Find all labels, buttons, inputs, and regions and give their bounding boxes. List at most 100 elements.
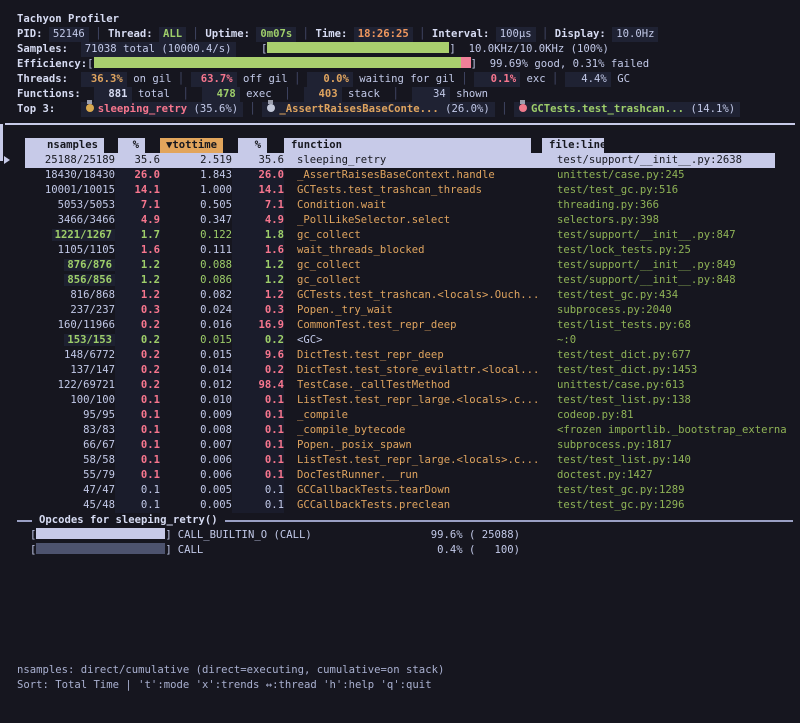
table-row[interactable]: 237/2370.30.0240.3Popen._try_waitsubproc… — [17, 303, 795, 318]
cell-pct-cumulative: 0.1 — [232, 423, 284, 438]
time-value: 18:26:25 — [354, 27, 413, 42]
functions-total-label: total — [138, 88, 170, 100]
cell-pct-cumulative: 0.1 — [232, 438, 284, 453]
functions-stack: 403 — [304, 87, 342, 102]
cell-pct-cumulative: 98.4 — [232, 378, 284, 393]
cell-file-line: doctest.py:1427 — [557, 468, 795, 483]
column-header-pct-cumulative[interactable]: % — [238, 138, 267, 153]
cell-tottime: 0.010 — [160, 393, 232, 408]
table-row[interactable]: 55/790.10.0060.1DocTestRunner.__rundocte… — [17, 468, 795, 483]
table-row[interactable]: 1105/11051.60.1111.6wait_threads_blocked… — [17, 243, 795, 258]
table-row[interactable]: 876/8761.20.0881.2gc_collecttest/support… — [17, 258, 795, 273]
top3-second-name: _AssertRaisesBaseConte... — [279, 103, 438, 115]
table-row[interactable]: 3466/34664.90.3474.9_PollLikeSelector.se… — [17, 213, 795, 228]
top3-line: Top 3: sleeping_retry (35.6%) │ _AssertR… — [17, 102, 795, 117]
cell-nsamples: 18430/18430 — [17, 168, 115, 183]
cell-file-line: test/test_dict.py:677 — [557, 348, 795, 363]
cell-pct-direct: 4.9 — [115, 213, 160, 228]
cell-tottime: 1.000 — [160, 183, 232, 198]
interval-value: 100µs — [496, 27, 536, 42]
table-row[interactable]: 1221/12671.70.1221.8gc_collecttest/suppo… — [17, 228, 795, 243]
table-row[interactable]: 83/830.10.0080.1_compile_bytecode<frozen… — [17, 423, 795, 438]
interval-label: Interval: — [432, 28, 489, 40]
column-header-function[interactable]: function — [284, 138, 531, 153]
cell-file-line: test/test_gc.py:1289 — [557, 483, 795, 498]
table-row[interactable]: 148/67720.20.0159.6DictTest.test_repr_de… — [17, 348, 795, 363]
cell-tottime: 0.008 — [160, 423, 232, 438]
cell-function: DictTest.test_store_evilattr.<local... — [297, 363, 544, 378]
cell-pct-cumulative: 1.2 — [232, 258, 284, 273]
silver-medal-icon — [267, 104, 275, 112]
top3-first[interactable]: sleeping_retry (35.6%) — [81, 102, 243, 117]
top3-first-name: sleeping_retry — [98, 103, 187, 115]
cell-file-line: test/test_gc.py:434 — [557, 288, 795, 303]
cell-nsamples: 45/48 — [17, 498, 115, 513]
cell-pct-cumulative: 0.1 — [232, 408, 284, 423]
scroll-position-indicator[interactable] — [0, 124, 3, 161]
table-row[interactable]: 100/1000.10.0100.1ListTest.test_repr_lar… — [17, 393, 795, 408]
samples-label: Samples: — [17, 43, 68, 55]
table-row[interactable]: 47/470.10.0050.1GCCallbackTests.tearDown… — [17, 483, 795, 498]
cell-pct-cumulative: 0.1 — [232, 453, 284, 468]
display-label: Display: — [555, 28, 606, 40]
table-row[interactable]: 58/580.10.0060.1ListTest.test_repr_large… — [17, 453, 795, 468]
samples-bar-fill — [267, 42, 449, 53]
cell-pct-cumulative: 1.2 — [232, 273, 284, 288]
table-top-border — [17, 123, 795, 138]
table-row[interactable]: 25188/2518935.62.51935.6sleeping_retryte… — [17, 153, 795, 168]
spacer — [17, 558, 795, 663]
table-row[interactable]: 5053/50537.10.5057.1Condition.waitthread… — [17, 198, 795, 213]
top3-second[interactable]: _AssertRaisesBaseConte... (26.0%) — [262, 102, 495, 117]
cell-nsamples: 5053/5053 — [17, 198, 115, 213]
table-row[interactable]: 137/1470.20.0140.2DictTest.test_store_ev… — [17, 363, 795, 378]
column-header-tottime-sorted[interactable]: ▼tottime — [160, 138, 223, 153]
cell-nsamples: 876/876 — [17, 258, 115, 273]
table-row[interactable]: 160/119660.20.01616.9CommonTest.test_rep… — [17, 318, 795, 333]
cell-pct-direct: 0.1 — [115, 423, 160, 438]
table-row[interactable]: 153/1530.20.0150.2<GC>~:0 — [17, 333, 795, 348]
gold-medal-icon — [86, 104, 94, 112]
top3-third[interactable]: GCTests.test_trashcan... (14.1%) — [514, 102, 740, 117]
cell-pct-direct: 1.6 — [115, 243, 160, 258]
cell-tottime: 0.006 — [160, 468, 232, 483]
cell-file-line: unittest/case.py:613 — [557, 378, 795, 393]
efficiency-bar-good — [94, 57, 461, 68]
cell-tottime: 0.006 — [160, 453, 232, 468]
cell-pct-direct: 1.2 — [115, 288, 160, 303]
column-header-nsamples[interactable]: nsamples — [25, 138, 104, 153]
functions-exec: 478 — [202, 87, 240, 102]
cell-pct-direct: 0.1 — [115, 453, 160, 468]
cell-function: <GC> — [297, 333, 544, 348]
table-row[interactable]: 122/697210.20.01298.4TestCase._callTestM… — [17, 378, 795, 393]
threads-exc-pct: 0.1% — [474, 72, 520, 87]
bronze-medal-icon — [519, 104, 527, 112]
top3-first-pct: (35.6%) — [193, 103, 238, 115]
cell-function: sleeping_retry — [297, 153, 544, 168]
time-label: Time: — [315, 28, 347, 40]
cell-pct-direct: 1.2 — [115, 258, 160, 273]
efficiency-bar — [94, 57, 471, 68]
samples-progress-bar — [267, 42, 449, 53]
table-row[interactable]: 18430/1843026.01.84326.0_AssertRaisesBas… — [17, 168, 795, 183]
cell-tottime: 0.007 — [160, 438, 232, 453]
top3-second-pct: (26.0%) — [445, 103, 490, 115]
table-row[interactable]: 66/670.10.0070.1Popen._posix_spawnsubpro… — [17, 438, 795, 453]
cell-nsamples: 856/856 — [17, 273, 115, 288]
footer-help-line-1: nsamples: direct/cumulative (direct=exec… — [17, 663, 795, 678]
cell-pct-cumulative: 0.1 — [232, 468, 284, 483]
table-row[interactable]: 45/480.10.0050.1GCCallbackTests.preclean… — [17, 498, 795, 513]
table-row[interactable]: 10001/1001514.11.00014.1GCTests.test_tra… — [17, 183, 795, 198]
opcode-percentage: 0.4% ( 100) — [400, 543, 520, 558]
cell-tottime: 0.111 — [160, 243, 232, 258]
table-row[interactable]: 95/950.10.0090.1_compilecodeop.py:81 — [17, 408, 795, 423]
thread-value[interactable]: ALL — [159, 27, 186, 42]
table-row[interactable]: 856/8561.20.0861.2gc_collecttest/support… — [17, 273, 795, 288]
column-header-pct-direct[interactable]: % — [118, 138, 145, 153]
cell-pct-direct: 0.1 — [115, 468, 160, 483]
column-header-file-line[interactable]: file:line — [542, 138, 604, 153]
threads-on-gil-pct: 36.3% — [81, 72, 127, 87]
cell-nsamples: 10001/10015 — [17, 183, 115, 198]
cell-pct-direct: 0.1 — [115, 393, 160, 408]
table-row[interactable]: 816/8681.20.0821.2GCTests.test_trashcan.… — [17, 288, 795, 303]
thread-label: Thread: — [108, 28, 153, 40]
